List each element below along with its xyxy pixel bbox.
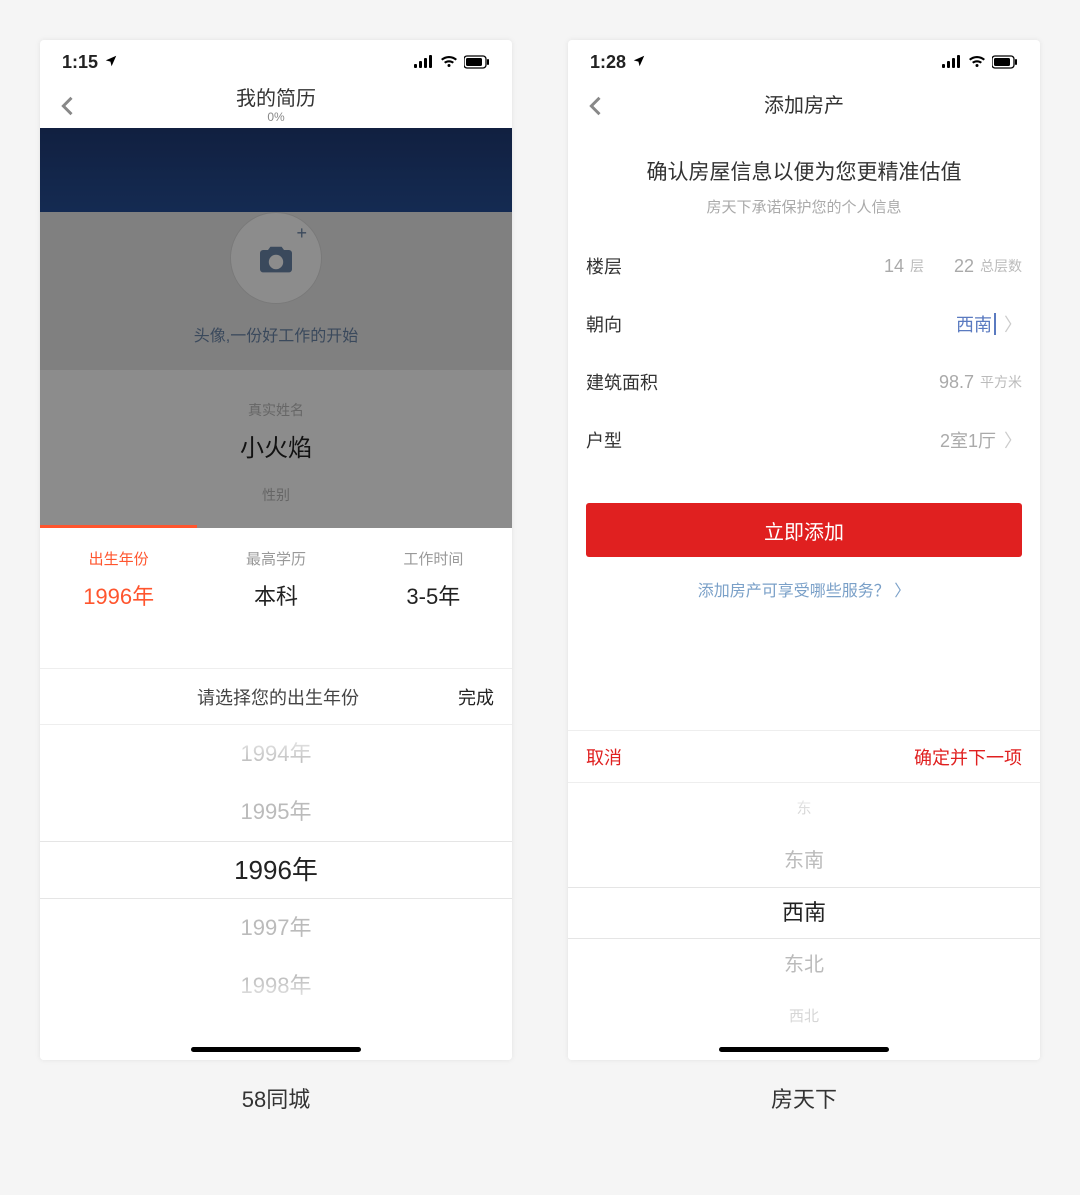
link-text: 添加房产可享受哪些服务？ bbox=[698, 583, 890, 600]
avatar-upload[interactable]: + bbox=[230, 212, 322, 304]
name-card: 真实姓名 小火焰 性别 bbox=[40, 370, 512, 539]
tab-value: 1996年 bbox=[40, 579, 197, 611]
profile-tabs: 出生年份 1996年 最高学历 本科 工作时间 3-5年 bbox=[40, 528, 512, 628]
battery-icon bbox=[464, 55, 490, 69]
tab-birthyear[interactable]: 出生年份 1996年 bbox=[40, 528, 197, 628]
home-indicator[interactable] bbox=[719, 1047, 889, 1052]
picker-option-selected[interactable]: 1996年 bbox=[40, 841, 512, 899]
tab-value: 3-5年 bbox=[355, 579, 512, 611]
avatar-section: + 头像,一份好工作的开始 bbox=[40, 212, 512, 370]
row-label: 建筑面积 bbox=[586, 369, 658, 395]
wifi-icon bbox=[440, 55, 458, 69]
submit-button[interactable]: 立即添加 bbox=[586, 503, 1022, 557]
wifi-icon bbox=[968, 55, 986, 69]
status-icons bbox=[414, 55, 490, 69]
chevron-right-icon: 〉 bbox=[1004, 427, 1022, 453]
row-layout[interactable]: 户型 2室1厅 〉 bbox=[568, 411, 1040, 469]
lead-title: 确认房屋信息以便为您更精准估值 bbox=[588, 156, 1020, 186]
row-label: 楼层 bbox=[586, 253, 622, 279]
area-value: 98.7 bbox=[939, 372, 974, 393]
home-indicator[interactable] bbox=[191, 1047, 361, 1052]
picker-option[interactable]: 1995年 bbox=[40, 783, 512, 841]
tab-label: 出生年份 bbox=[40, 548, 197, 569]
picker-option[interactable]: 东北 bbox=[568, 939, 1040, 991]
signal-icon bbox=[942, 55, 962, 69]
area-unit: 平方米 bbox=[980, 372, 1022, 392]
phone-58tongcheng: 1:15 我的简历 0% bbox=[40, 40, 512, 1060]
picker-option[interactable]: 1997年 bbox=[40, 899, 512, 957]
nav-bar: 添加房产 bbox=[568, 84, 1040, 128]
location-icon bbox=[104, 52, 118, 73]
picker-wheel[interactable]: 东 东南 西南 东北 西北 bbox=[568, 783, 1040, 1060]
row-label: 户型 bbox=[586, 427, 622, 453]
lead-section: 确认房屋信息以便为您更精准估值 房天下承诺保护您的个人信息 bbox=[568, 128, 1040, 237]
tab-worktime[interactable]: 工作时间 3-5年 bbox=[355, 528, 512, 628]
signal-icon bbox=[414, 55, 434, 69]
phone-caption: 58同城 bbox=[242, 1082, 310, 1114]
tab-label: 工作时间 bbox=[355, 548, 512, 569]
picker-option-selected[interactable]: 西南 bbox=[568, 887, 1040, 939]
tab-education[interactable]: 最高学历 本科 bbox=[197, 528, 354, 628]
battery-icon bbox=[992, 55, 1018, 69]
status-time: 1:15 bbox=[62, 52, 98, 73]
services-link[interactable]: 添加房产可享受哪些服务？ 〉 bbox=[568, 577, 1040, 601]
picker-option[interactable]: 东 bbox=[568, 783, 1040, 835]
nav-bar: 我的简历 0% bbox=[40, 84, 512, 128]
location-icon bbox=[632, 52, 646, 73]
nav-title: 我的简历 bbox=[236, 88, 316, 111]
plus-icon: + bbox=[296, 223, 307, 244]
chevron-right-icon: 〉 bbox=[1004, 311, 1022, 337]
back-button[interactable] bbox=[54, 92, 82, 120]
year-picker: 请选择您的出生年份 完成 1994年 1995年 1996年 1997年 199… bbox=[40, 668, 512, 1060]
floor-unit: 层 bbox=[910, 256, 924, 276]
row-orientation[interactable]: 朝向 西南 〉 bbox=[568, 295, 1040, 353]
orientation-value: 西南 bbox=[956, 311, 992, 337]
avatar-hint: 头像,一份好工作的开始 bbox=[40, 322, 512, 346]
picker-option[interactable]: 东南 bbox=[568, 835, 1040, 887]
nav-title: 添加房产 bbox=[764, 95, 844, 118]
picker-cancel-button[interactable]: 取消 bbox=[586, 744, 622, 770]
picker-option[interactable]: 1994年 bbox=[40, 725, 512, 783]
name-label: 真实姓名 bbox=[40, 400, 512, 420]
picker-wheel[interactable]: 1994年 1995年 1996年 1997年 1998年 bbox=[40, 725, 512, 1015]
status-icons bbox=[942, 55, 1018, 69]
floor-value: 14 bbox=[884, 256, 904, 277]
picker-confirm-button[interactable]: 确定并下一项 bbox=[914, 744, 1022, 770]
chevron-right-icon: 〉 bbox=[890, 583, 910, 600]
text-cursor bbox=[994, 313, 996, 335]
phone-caption: 房天下 bbox=[771, 1082, 837, 1114]
tab-label: 最高学历 bbox=[197, 548, 354, 569]
picker-done-button[interactable]: 完成 bbox=[458, 684, 494, 710]
back-button[interactable] bbox=[582, 92, 610, 120]
name-value: 小火焰 bbox=[40, 428, 512, 463]
picker-option[interactable]: 西北 bbox=[568, 991, 1040, 1043]
status-bar: 1:15 bbox=[40, 40, 512, 84]
lead-subtitle: 房天下承诺保护您的个人信息 bbox=[588, 196, 1020, 217]
camera-icon bbox=[256, 242, 296, 274]
row-area[interactable]: 建筑面积 98.7 平方米 bbox=[568, 353, 1040, 411]
total-floors-value: 22 bbox=[954, 256, 974, 277]
orientation-picker: 取消 确定并下一项 东 东南 西南 东北 西北 bbox=[568, 730, 1040, 1060]
row-label: 朝向 bbox=[586, 311, 622, 337]
gender-label: 性别 bbox=[40, 485, 512, 505]
status-time: 1:28 bbox=[590, 52, 626, 73]
picker-title: 请选择您的出生年份 bbox=[98, 684, 458, 710]
tab-value: 本科 bbox=[197, 579, 354, 611]
status-bar: 1:28 bbox=[568, 40, 1040, 84]
nav-subtitle: 0% bbox=[236, 111, 316, 125]
row-floor[interactable]: 楼层 14 层 22 总层数 bbox=[568, 237, 1040, 295]
phone-fangtianxia: 1:28 添加房产 bbox=[568, 40, 1040, 1060]
picker-option[interactable]: 1998年 bbox=[40, 957, 512, 1015]
layout-value: 2室1厅 bbox=[940, 427, 996, 453]
total-floors-unit: 总层数 bbox=[980, 256, 1022, 276]
